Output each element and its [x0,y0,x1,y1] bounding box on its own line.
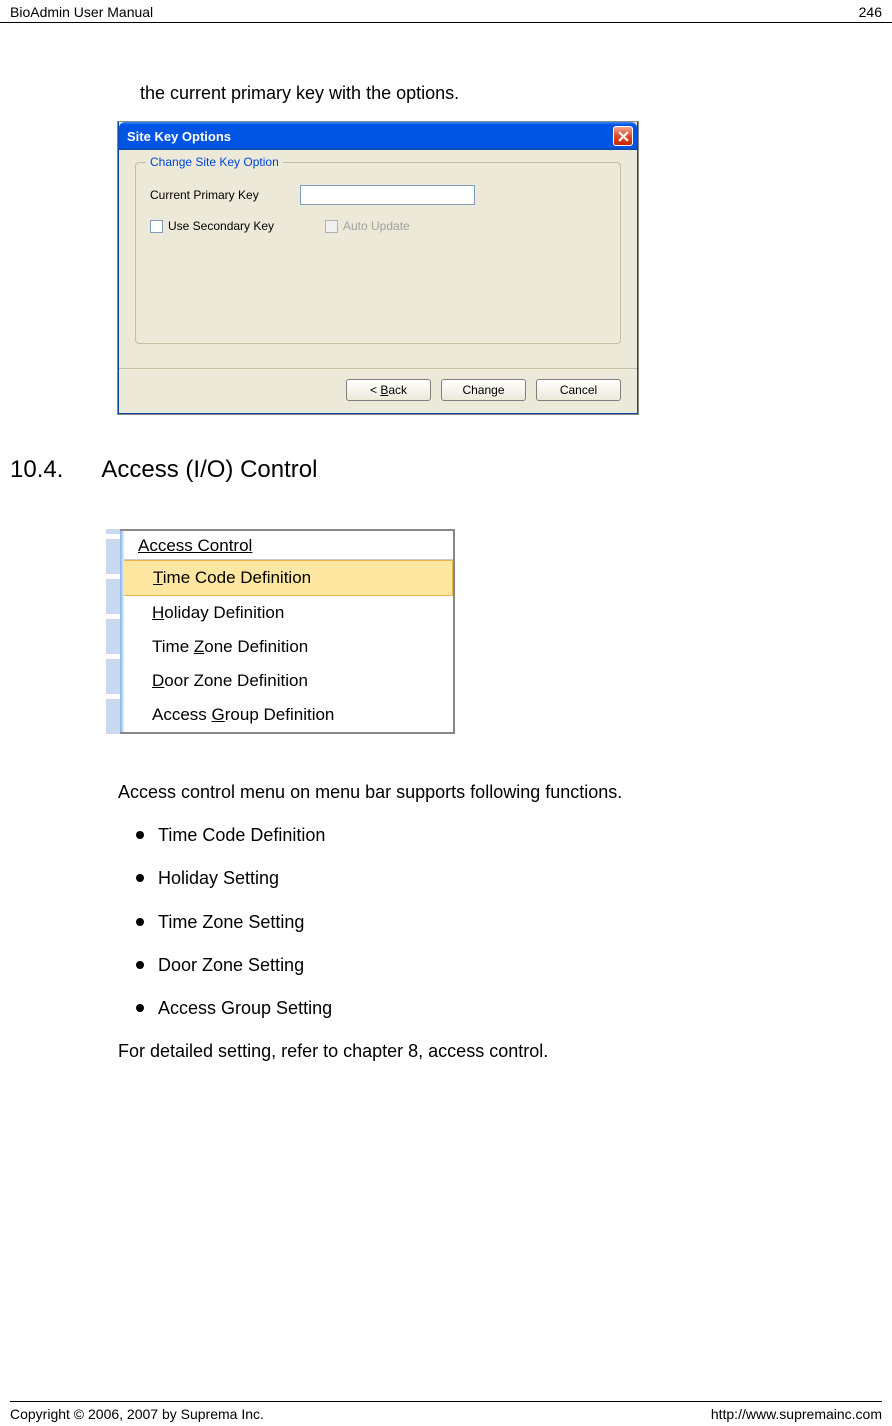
dialog-titlebar[interactable]: Site Key Options [119,122,637,150]
footer-url: http://www.supremainc.com [711,1406,882,1422]
site-key-options-dialog: Site Key Options Change Site Key Option … [118,122,638,414]
body-section: Access control menu on menu bar supports… [0,764,892,1064]
auto-update-label: Auto Update [343,219,410,233]
menu-item-door-zone[interactable]: Door Zone Definition [120,664,453,698]
change-site-key-group: Change Site Key Option Current Primary K… [135,162,621,344]
auto-update-checkbox [325,220,338,233]
section-title: Access (I/O) Control [101,456,317,484]
body-outro: For detailed setting, refer to chapter 8… [118,1039,852,1064]
header-page-number: 246 [859,4,882,20]
lead-text: the current primary key with the options… [140,83,852,104]
menu-item-time-zone[interactable]: Time Zone Definition [120,630,453,664]
list-item: Time Code Definition [136,823,852,848]
page-footer: Copyright © 2006, 2007 by Suprema Inc. h… [10,1401,882,1422]
use-secondary-checkbox[interactable] [150,220,163,233]
change-button[interactable]: Change [441,379,526,401]
close-icon[interactable] [613,126,633,146]
primary-key-input[interactable] [300,185,475,205]
close-x-icon [618,131,629,142]
header-left: BioAdmin User Manual [10,4,153,20]
list-item: Door Zone Setting [136,953,852,978]
menu-item-access-group[interactable]: Access Group Definition [120,698,453,732]
dialog-title: Site Key Options [127,129,231,144]
dialog-buttons: < Back Change Cancel [119,369,637,413]
use-secondary-label: Use Secondary Key [168,219,274,233]
body-intro: Access control menu on menu bar supports… [118,780,852,805]
access-control-menu: Access Control Time Code Definition Holi… [118,529,455,734]
back-button[interactable]: < Back [346,379,431,401]
section-heading: 10.4. Access (I/O) Control [0,444,892,484]
dialog-body: Change Site Key Option Current Primary K… [119,150,637,354]
page-header: BioAdmin User Manual 246 [0,0,892,23]
cancel-button[interactable]: Cancel [536,379,621,401]
list-item: Access Group Setting [136,996,852,1021]
section-number: 10.4. [10,456,63,484]
list-item: Time Zone Setting [136,910,852,935]
menu-item-holiday[interactable]: Holiday Definition [120,596,453,630]
group-legend: Change Site Key Option [146,155,283,169]
list-item: Holiday Setting [136,866,852,891]
bullet-list: Time Code Definition Holiday Setting Tim… [136,823,852,1021]
menu-popup: Time Code Definition Holiday Definition … [120,559,453,732]
menu-title[interactable]: Access Control [120,531,453,559]
menu-item-time-code[interactable]: Time Code Definition [120,560,453,596]
primary-key-label: Current Primary Key [150,188,300,202]
footer-copyright: Copyright © 2006, 2007 by Suprema Inc. [10,1406,264,1422]
